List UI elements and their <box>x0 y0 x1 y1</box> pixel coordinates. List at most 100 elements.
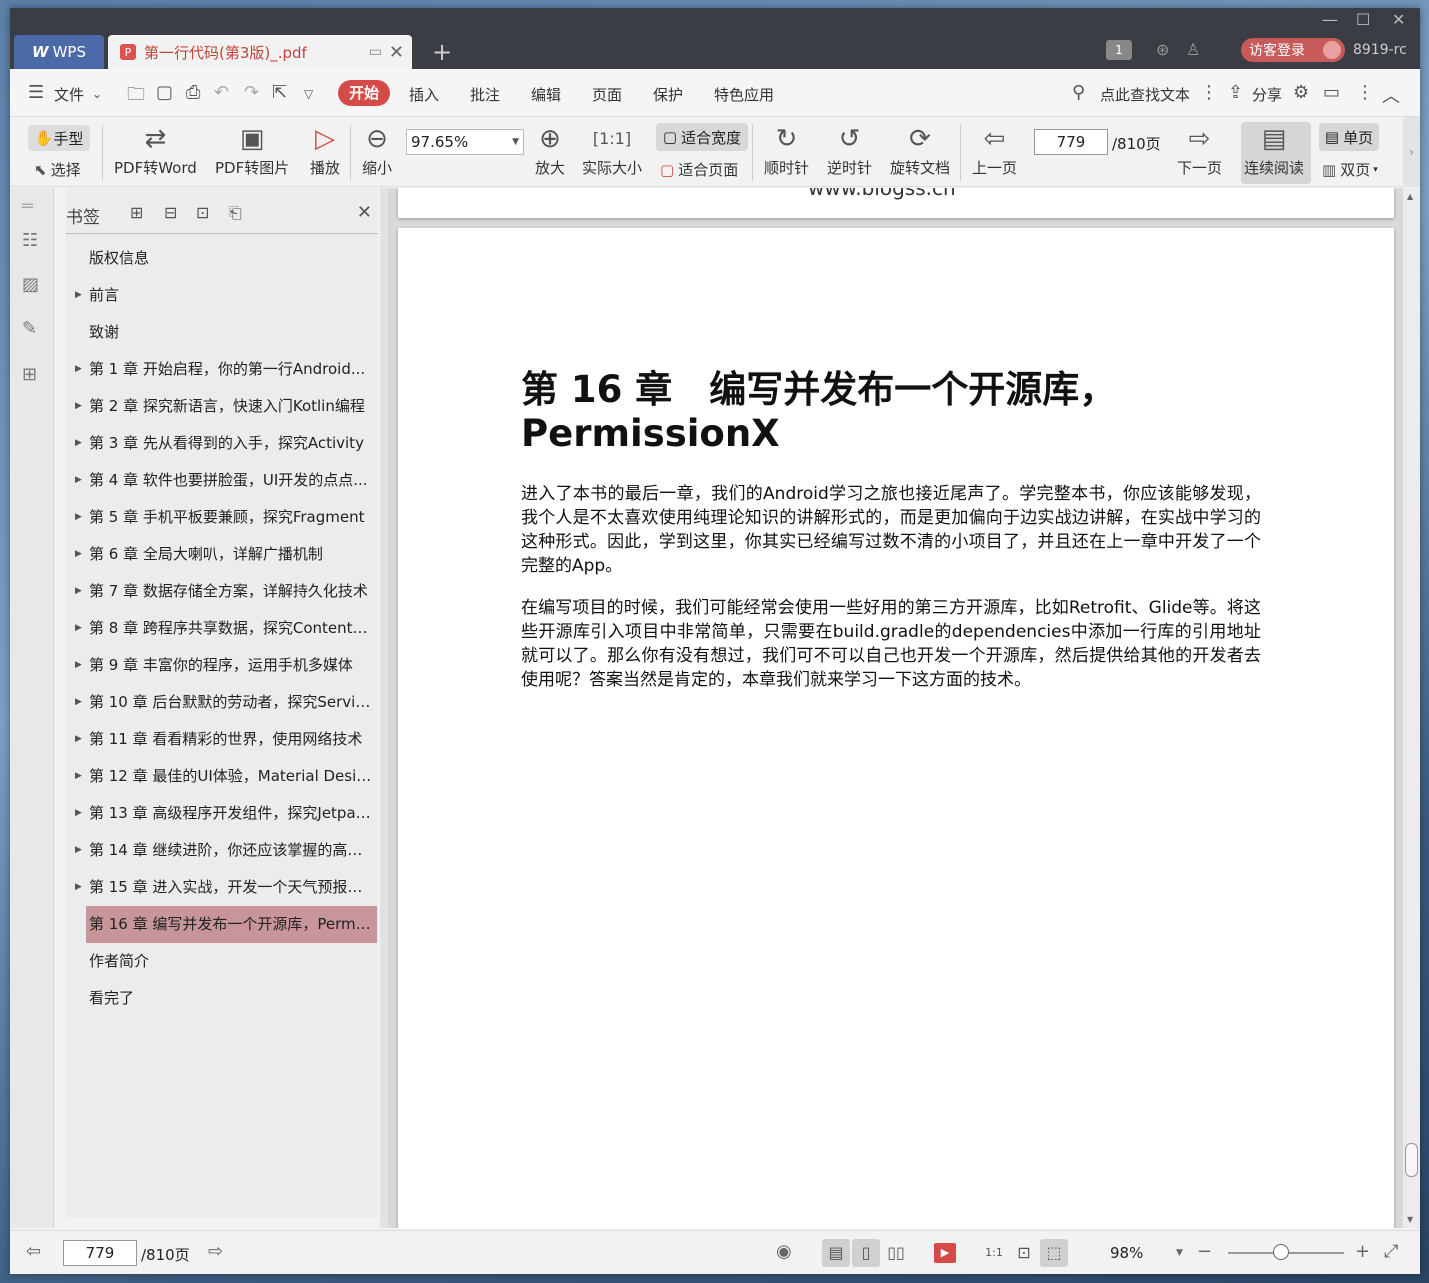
more-dropdown-icon[interactable]: ▽ <box>304 87 313 101</box>
pdf-to-word-button[interactable]: ⇄ PDF转Word <box>114 123 197 178</box>
bookmark-item[interactable]: ▶ 第 7 章 数据存储全方案，详解持久化技术 <box>66 573 378 610</box>
eye-protection-icon[interactable]: ◉ <box>776 1241 792 1262</box>
single-page-button[interactable]: ▤ 单页 <box>1319 123 1379 151</box>
comment-icon[interactable]: ▭ <box>1323 82 1340 103</box>
bookmark-item[interactable]: 致谢 <box>66 314 378 351</box>
expand-arrow-icon[interactable]: ▶ <box>75 758 82 795</box>
collapse-all-icon[interactable]: ⊟ <box>164 203 177 222</box>
collapse-ribbon-icon[interactable]: ︿ <box>1382 82 1400 108</box>
bookmark-item[interactable]: ▶ 第 10 章 后台默默的劳动者，探究Service <box>66 684 378 721</box>
pdf-to-image-button[interactable]: ▣ PDF转图片 <box>215 123 289 178</box>
scroll-up-icon[interactable]: ▲ <box>1407 192 1413 201</box>
bookmark-item[interactable]: ▶ 第 12 章 最佳的UI体验，Material Desig... <box>66 758 378 795</box>
next-page-button[interactable]: ⇨ 下一页 <box>1177 123 1222 178</box>
play-button[interactable]: ▷ 播放 <box>310 123 340 178</box>
expand-arrow-icon[interactable]: ▶ <box>75 351 82 388</box>
bookmark-list-icon[interactable]: ☷ <box>22 230 38 251</box>
more-options-icon[interactable]: ⋮ <box>1356 82 1374 103</box>
status-page-input[interactable]: 779 <box>63 1240 137 1266</box>
bookmark-item[interactable]: ▶ 第 1 章 开始启程，你的第一行Android... <box>66 351 378 388</box>
expand-arrow-icon[interactable]: ▶ <box>75 795 82 832</box>
guest-login-button[interactable]: 访客登录 <box>1241 38 1345 62</box>
search-text[interactable]: 点此查找文本 <box>1100 84 1190 105</box>
close-icon[interactable]: ✕ <box>357 202 372 223</box>
play-icon[interactable]: ▶ <box>934 1243 956 1263</box>
zoom-plus-icon[interactable]: + <box>1355 1241 1370 1262</box>
expand-all-icon[interactable]: ⊞ <box>130 203 143 222</box>
fullscreen-icon[interactable]: ⤢ <box>1384 1241 1398 1262</box>
actual-size-button[interactable]: [1:1] 实际大小 <box>582 123 642 178</box>
fit-width-button[interactable]: ▢ 适合宽度 <box>656 123 748 151</box>
expand-arrow-icon[interactable]: ▶ <box>75 647 82 684</box>
continuous-read-button[interactable]: ▤ 连续阅读 <box>1241 122 1311 184</box>
expand-arrow-icon[interactable]: ▶ <box>75 610 82 647</box>
expand-arrow-icon[interactable]: ▶ <box>75 499 82 536</box>
gear-icon[interactable]: ⚙ <box>1293 82 1309 103</box>
minimize-icon[interactable]: — <box>1322 10 1338 29</box>
double-page-view-icon[interactable]: ▯▯ <box>882 1239 910 1267</box>
tab-edit[interactable]: 编辑 <box>531 84 561 105</box>
rotate-counterclockwise-button[interactable]: ↺ 逆时针 <box>827 123 872 178</box>
prev-page-icon[interactable]: ⇦ <box>26 1241 41 1262</box>
hand-tool-button[interactable]: ✋ 手型 <box>28 125 90 151</box>
select-tool-button[interactable]: ⬉ 选择 <box>34 159 81 180</box>
skin-icon[interactable]: ♙ <box>1186 40 1200 59</box>
fit-width-icon[interactable]: ⬚ <box>1040 1239 1068 1267</box>
prev-page-button[interactable]: ⇦ 上一页 <box>972 123 1017 178</box>
share-button[interactable]: 分享 <box>1252 84 1282 105</box>
expand-arrow-icon[interactable]: ▶ <box>75 425 82 462</box>
expand-arrow-icon[interactable]: ▶ <box>75 721 82 758</box>
ribbon-scroll-right-icon[interactable]: › <box>1403 117 1420 187</box>
bookmark-item[interactable]: ▶ 第 6 章 全局大喇叭，详解广播机制 <box>66 536 378 573</box>
tab-page[interactable]: 页面 <box>592 84 622 105</box>
new-tab-icon[interactable]: + <box>432 38 452 66</box>
next-page-icon[interactable]: ⇨ <box>208 1241 223 1262</box>
bookmark-item[interactable]: ▶ 第 5 章 手机平板要兼顾，探究Fragment <box>66 499 378 536</box>
file-menu[interactable]: 文件 <box>54 84 84 105</box>
add-bookmark-icon[interactable]: ⊡ <box>196 203 209 222</box>
rotate-clockwise-button[interactable]: ↻ 顺时针 <box>764 123 809 178</box>
zoom-out-button[interactable]: ⊖ 缩小 <box>362 123 392 178</box>
tab-insert[interactable]: 插入 <box>409 84 439 105</box>
tab-window-icon[interactable]: ▭ <box>369 44 382 60</box>
expand-arrow-icon[interactable]: ▶ <box>75 388 82 425</box>
redo-icon[interactable]: ↷ <box>244 82 259 103</box>
zoom-slider-handle[interactable] <box>1273 1244 1289 1260</box>
rotate-document-button[interactable]: ⟳ 旋转文档 <box>890 123 950 178</box>
print-icon[interactable]: ⎙ <box>186 82 200 103</box>
attachment-image-icon[interactable]: ⊞ <box>22 364 37 385</box>
close-window-icon[interactable]: ✕ <box>1392 10 1405 29</box>
expand-arrow-icon[interactable]: ▶ <box>75 832 82 869</box>
expand-arrow-icon[interactable]: ▶ <box>75 536 82 573</box>
bookmark-item[interactable]: 版权信息 <box>66 240 378 277</box>
fit-page-icon[interactable]: ⊡ <box>1010 1239 1038 1267</box>
export-icon[interactable]: ⇱ <box>272 82 287 103</box>
bookmark-item[interactable]: 看完了 <box>66 980 378 1017</box>
expand-arrow-icon[interactable]: ▶ <box>75 684 82 721</box>
status-zoom-value[interactable]: 98% <box>1110 1244 1143 1262</box>
open-folder-icon[interactable]: 🗀 <box>127 82 145 112</box>
zoom-dropdown-icon[interactable]: ▼ <box>1176 1248 1183 1258</box>
scroll-down-icon[interactable]: ▼ <box>1407 1215 1413 1224</box>
annotation-pen-icon[interactable]: ✎ <box>22 318 37 339</box>
document-viewport[interactable]: www.blogss.cn 第 16 章 编写并发布一个开源库， Permiss… <box>388 188 1403 1228</box>
tab-wps-home[interactable]: W WPS <box>14 35 104 69</box>
bookmark-item[interactable]: ▶ 第 13 章 高级程序开发组件，探究Jetpack <box>66 795 378 832</box>
bookmark-icon[interactable]: ⎗ <box>229 203 242 223</box>
chevron-down-icon[interactable]: ⌄ <box>92 87 102 101</box>
search-icon[interactable]: ⚲ <box>1072 82 1085 103</box>
expand-arrow-icon[interactable]: ▶ <box>75 462 82 499</box>
tab-document[interactable]: P 第一行代码(第3版)_.pdf ▭ ✕ <box>108 35 412 69</box>
double-page-button[interactable]: ▥ 双页 ▾ <box>1322 159 1378 180</box>
bookmark-item[interactable]: ▶ 前言 <box>66 277 378 314</box>
bookmark-item[interactable]: ▶ 第 3 章 先从看得到的入手，探究Activity <box>66 425 378 462</box>
window-count-badge[interactable]: 1 <box>1106 40 1132 60</box>
tab-special[interactable]: 特色应用 <box>714 84 774 105</box>
save-icon[interactable]: ▢ <box>156 82 173 103</box>
zoom-select[interactable]: 97.65% ▼ <box>406 129 524 155</box>
expand-arrow-icon[interactable]: ▶ <box>75 573 82 610</box>
bookmark-item[interactable]: ▶ 第 11 章 看看精彩的世界，使用网络技术 <box>66 721 378 758</box>
expand-arrow-icon[interactable]: ▶ <box>75 277 82 314</box>
bookmark-item[interactable]: ▶ 第 2 章 探究新语言，快速入门Kotlin编程 <box>66 388 378 425</box>
single-page-view-icon[interactable]: ▯ <box>852 1239 880 1267</box>
